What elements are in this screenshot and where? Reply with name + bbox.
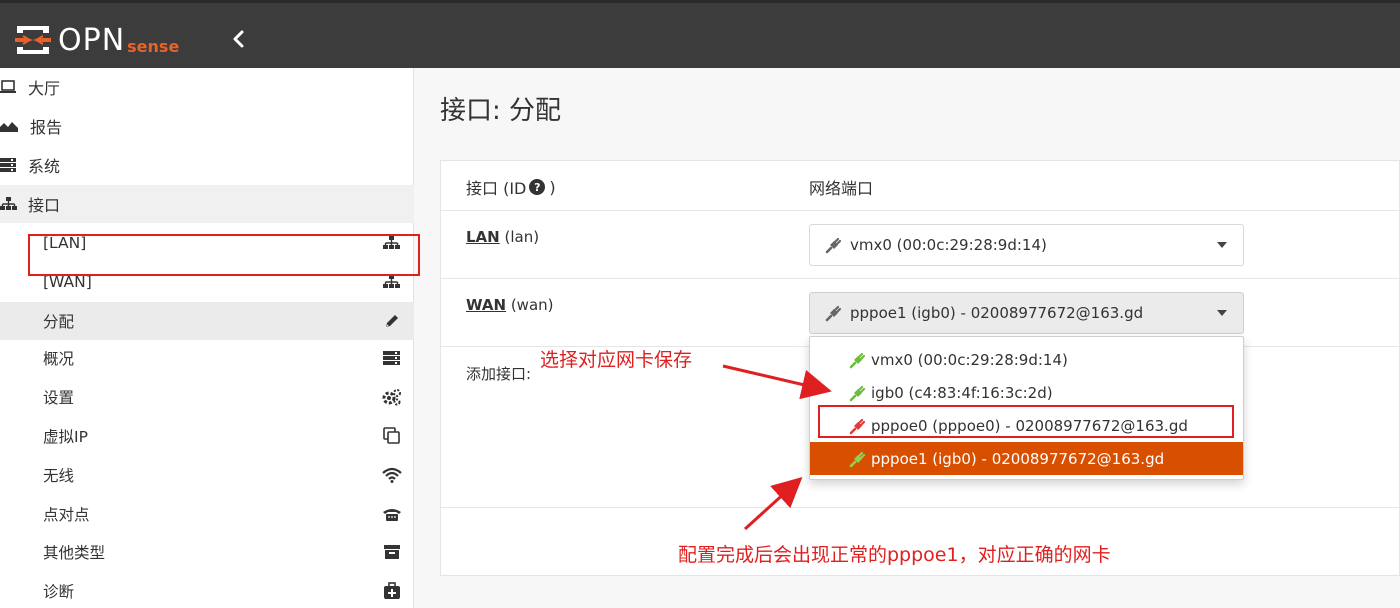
server-icon bbox=[382, 348, 402, 368]
sidebar-item-lan[interactable]: [LAN] bbox=[0, 224, 414, 262]
sidebar-collapse-button[interactable] bbox=[228, 27, 250, 51]
annotation-note-select-nic: 选择对应网卡保存 bbox=[540, 349, 693, 371]
medkit-icon bbox=[382, 581, 402, 601]
sidebar-item-overview[interactable]: 概况 bbox=[0, 339, 414, 377]
sidebar-item-interfaces[interactable]: 接口 bbox=[0, 185, 414, 223]
column-header-interface-label: 接口 (ID bbox=[466, 179, 527, 198]
interface-id-lan: (lan) bbox=[504, 228, 540, 246]
sidebar-item-label: 其他类型 bbox=[43, 544, 106, 562]
help-icon[interactable]: ? bbox=[529, 179, 546, 195]
page-title: 接口: 分配 bbox=[440, 96, 562, 126]
sidebar-item-label: 概况 bbox=[43, 350, 75, 368]
dropdown-option-pppoe0[interactable]: pppoe0 (pppoe0) - 02008977672@163.gd bbox=[810, 409, 1243, 442]
sidebar-item-point-to-point[interactable]: 点对点 bbox=[0, 495, 414, 533]
table-divider bbox=[441, 278, 1400, 279]
brand-suffix: sense bbox=[127, 37, 180, 56]
sidebar-item-reports[interactable]: 报告 bbox=[0, 107, 414, 145]
archive-icon bbox=[382, 542, 402, 562]
wan-port-value: pppoe1 (igb0) - 02008977672@163.gd bbox=[850, 304, 1144, 322]
sidebar-item-lobby[interactable]: 大厅 bbox=[0, 68, 414, 106]
dropdown-option-label: pppoe0 (pppoe0) - 02008977672@163.gd bbox=[871, 416, 1188, 435]
dropdown-option-igb0[interactable]: igb0 (c4:83:4f:16:3c:2d) bbox=[810, 376, 1243, 409]
column-header-interface: 接口 (ID ? ) bbox=[466, 175, 556, 199]
chevron-left-icon bbox=[233, 30, 244, 48]
interface-link-lan[interactable]: LAN bbox=[466, 228, 500, 246]
sidebar-item-label: 分配 bbox=[43, 313, 75, 331]
sidebar-item-label: 诊断 bbox=[43, 583, 75, 601]
wifi-icon bbox=[382, 465, 402, 485]
wan-port-dropdown: vmx0 (00:0c:29:28:9d:14) igb0 (c4:83:4f:… bbox=[809, 336, 1244, 480]
lan-port-value: vmx0 (00:0c:29:28:9d:14) bbox=[850, 236, 1047, 254]
sitemap-icon bbox=[382, 233, 402, 253]
laptop-icon bbox=[0, 80, 18, 94]
brand-name: OPN bbox=[58, 22, 126, 58]
area-chart-icon bbox=[0, 119, 18, 133]
sidebar-item-label: 点对点 bbox=[43, 506, 90, 524]
sidebar-item-system[interactable]: 系统 bbox=[0, 146, 414, 184]
interface-name-wan[interactable]: WAN (wan) bbox=[466, 296, 554, 314]
sidebar-item-label: 虚拟IP bbox=[43, 428, 88, 446]
sidebar-item-label: [WAN] bbox=[43, 273, 92, 291]
plug-icon-green bbox=[849, 352, 866, 368]
interface-link-wan[interactable]: WAN bbox=[466, 296, 506, 314]
dropdown-option-label: vmx0 (00:0c:29:28:9d:14) bbox=[871, 350, 1068, 369]
opnsense-logo[interactable]: OPN sense bbox=[14, 20, 179, 60]
pencil-icon bbox=[382, 311, 402, 331]
clone-icon bbox=[382, 426, 402, 446]
plug-icon-green bbox=[849, 451, 866, 467]
cogs-icon bbox=[382, 387, 402, 407]
dropdown-option-label: pppoe1 (igb0) - 02008977672@163.gd bbox=[871, 449, 1165, 468]
dropdown-option-pppoe1[interactable]: pppoe1 (igb0) - 02008977672@163.gd bbox=[810, 442, 1243, 475]
table-divider bbox=[441, 210, 1400, 211]
column-header-interface-close: ) bbox=[549, 177, 556, 197]
interface-name-lan[interactable]: LAN (lan) bbox=[466, 228, 539, 246]
sidebar-item-diagnostics[interactable]: 诊断 bbox=[0, 572, 414, 608]
sidebar-item-label: [LAN] bbox=[43, 234, 87, 252]
sidebar-item-assignments[interactable]: 分配 bbox=[0, 302, 414, 340]
lan-port-select[interactable]: vmx0 (00:0c:29:28:9d:14) bbox=[809, 224, 1244, 266]
sidebar-item-virtual-ip[interactable]: 虚拟IP bbox=[0, 417, 414, 455]
sidebar-item-wireless[interactable]: 无线 bbox=[0, 456, 414, 494]
sitemap-icon bbox=[0, 196, 18, 212]
plug-icon-red bbox=[849, 418, 866, 434]
sidebar-item-label: 报告 bbox=[30, 118, 63, 137]
plug-icon bbox=[825, 305, 842, 322]
sidebar-item-settings[interactable]: 设置 bbox=[0, 378, 414, 416]
sidebar-item-label: 无线 bbox=[43, 467, 75, 485]
wan-port-select[interactable]: pppoe1 (igb0) - 02008977672@163.gd bbox=[809, 292, 1244, 334]
sidebar-item-label: 接口 bbox=[28, 196, 61, 215]
dropdown-option-vmx0[interactable]: vmx0 (00:0c:29:28:9d:14) bbox=[810, 343, 1243, 376]
plug-icon-green bbox=[849, 385, 866, 401]
opnsense-logo-icon bbox=[15, 26, 51, 54]
interface-id-wan: (wan) bbox=[510, 296, 554, 314]
sidebar-item-label: 大厅 bbox=[28, 79, 61, 98]
sidebar-item-wan[interactable]: [WAN] bbox=[0, 263, 414, 301]
sidebar-item-label: 设置 bbox=[43, 389, 75, 407]
table-divider bbox=[441, 507, 1400, 508]
phone-icon bbox=[382, 504, 402, 524]
caret-down-icon bbox=[1217, 310, 1227, 316]
top-navbar: OPN sense bbox=[0, 0, 1400, 68]
column-header-network-port: 网络端口 bbox=[809, 179, 874, 198]
server-icon bbox=[0, 157, 18, 173]
add-interface-label: 添加接口: bbox=[466, 365, 532, 383]
plug-icon-green bbox=[825, 237, 842, 254]
sidebar-item-label: 系统 bbox=[28, 157, 61, 176]
sidebar-item-other-types[interactable]: 其他类型 bbox=[0, 533, 414, 571]
annotation-note-result: 配置完成后会出现正常的pppoe1，对应正确的网卡 bbox=[678, 544, 1111, 566]
dropdown-option-label: igb0 (c4:83:4f:16:3c:2d) bbox=[871, 383, 1053, 402]
sitemap-icon bbox=[382, 272, 402, 292]
caret-down-icon bbox=[1217, 242, 1227, 248]
